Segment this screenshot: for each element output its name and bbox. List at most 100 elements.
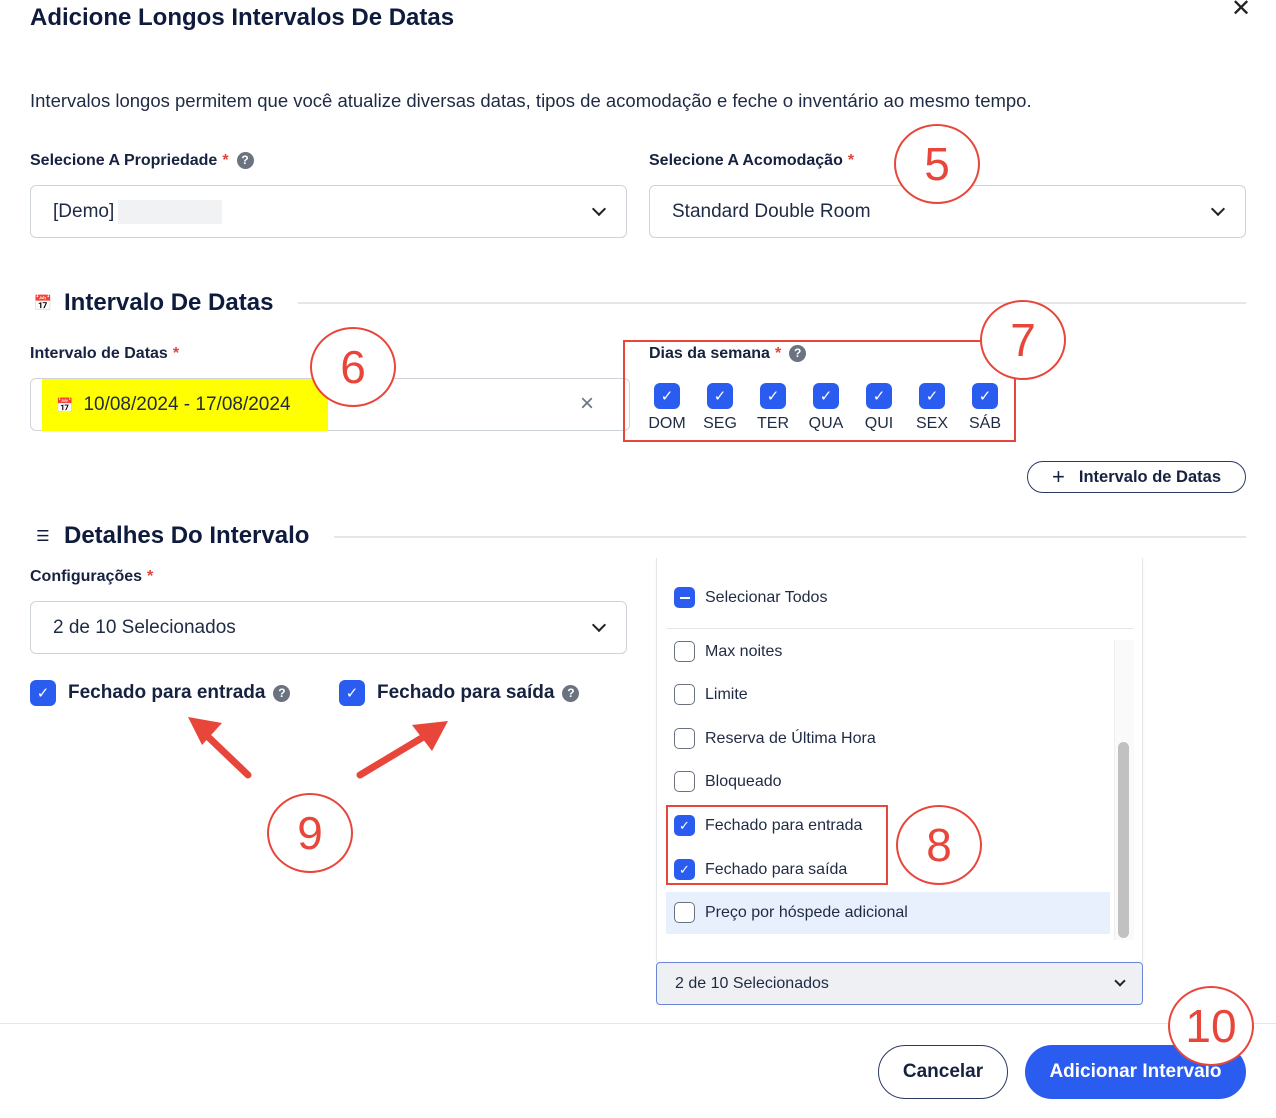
weekday-label: SEG bbox=[703, 415, 737, 432]
option-extra-guest-price[interactable]: Preço por hóspede adicional bbox=[674, 902, 908, 923]
date-range-label-text: Intervalo de Datas bbox=[30, 345, 168, 362]
accommodation-label: Selecione A Acomodação * bbox=[649, 152, 854, 170]
weekday-label: SÁB bbox=[968, 415, 1001, 432]
property-label: Selecione A Propriedade *? bbox=[30, 152, 254, 170]
option-label: Bloqueado bbox=[705, 772, 782, 790]
config-label: Configurações * bbox=[30, 568, 153, 586]
annotation-number-7: 7 bbox=[980, 300, 1066, 380]
checkbox-unchecked-icon[interactable] bbox=[674, 684, 695, 705]
dialog-description: Intervalos longos permitem que você atua… bbox=[30, 90, 1032, 111]
annotation-number-5: 5 bbox=[894, 124, 980, 204]
annotation-number-6: 6 bbox=[310, 327, 396, 407]
weekday-wed[interactable]: ✓ QUA bbox=[803, 383, 849, 433]
weekday-label: SEX bbox=[915, 415, 948, 432]
checkbox-checked-icon[interactable]: ✓ bbox=[707, 383, 733, 409]
chevron-down-icon bbox=[1210, 201, 1226, 216]
checkbox-unchecked-icon[interactable] bbox=[674, 641, 695, 662]
close-icon[interactable]: ✕ bbox=[1228, 0, 1254, 22]
dropdown-divider bbox=[666, 628, 1134, 629]
dropdown-summary: 2 de 10 Selecionados bbox=[675, 974, 829, 992]
option-label: Reserva de Última Hora bbox=[705, 729, 876, 747]
closed-arrival-checkbox[interactable]: ✓ Fechado para entrada ? bbox=[30, 680, 291, 706]
accommodation-value: Standard Double Room bbox=[672, 200, 871, 222]
help-icon[interactable]: ? bbox=[236, 152, 254, 170]
config-label-text: Configurações bbox=[30, 568, 143, 585]
closed-departure-checkbox[interactable]: ✓ Fechado para saída ? bbox=[339, 680, 580, 706]
dropdown-scroll-thumb[interactable] bbox=[1118, 742, 1129, 938]
option-last-minute[interactable]: Reserva de Última Hora bbox=[674, 728, 876, 749]
required-marker: * bbox=[847, 152, 855, 169]
chevron-down-icon bbox=[591, 201, 607, 216]
checkbox-checked-icon[interactable]: ✓ bbox=[30, 680, 56, 706]
weekday-checkbox-group: ✓ DOM ✓ SEG ✓ TER ✓ QUA ✓ QUI ✓ SEX ✓ SÁB bbox=[644, 383, 1008, 433]
weekday-tue[interactable]: ✓ TER bbox=[750, 383, 796, 433]
weekday-label: DOM bbox=[648, 415, 686, 432]
option-limit[interactable]: Limite bbox=[674, 684, 748, 705]
config-select[interactable]: 2 de 10 Selecionados bbox=[30, 601, 627, 654]
weekday-sun[interactable]: ✓ DOM bbox=[644, 383, 690, 433]
checkbox-checked-icon[interactable]: ✓ bbox=[866, 383, 892, 409]
weekday-fri[interactable]: ✓ SEX bbox=[909, 383, 955, 433]
weekday-label: TER bbox=[757, 415, 789, 432]
option-label: Limite bbox=[705, 685, 748, 703]
section-divider bbox=[298, 302, 1246, 304]
weekday-label: QUI bbox=[864, 415, 894, 432]
option-max-nights[interactable]: Max noites bbox=[674, 641, 782, 662]
config-value: 2 de 10 Selecionados bbox=[53, 616, 236, 638]
add-date-range-button[interactable]: + Intervalo de Datas bbox=[1027, 461, 1246, 493]
checkbox-checked-icon[interactable]: ✓ bbox=[813, 383, 839, 409]
checkbox-checked-icon[interactable]: ✓ bbox=[919, 383, 945, 409]
option-label: Preço por hóspede adicional bbox=[705, 903, 908, 921]
clear-icon[interactable]: × bbox=[580, 391, 594, 417]
checkbox-unchecked-icon[interactable] bbox=[674, 771, 695, 792]
property-select[interactable]: [Demo] bbox=[30, 185, 627, 238]
weekday-mon[interactable]: ✓ SEG bbox=[697, 383, 743, 433]
date-section-title: Intervalo De Datas bbox=[64, 289, 274, 316]
plus-icon: + bbox=[1052, 464, 1065, 489]
weekday-sat[interactable]: ✓ SÁB bbox=[962, 383, 1008, 433]
annotation-number-10: 10 bbox=[1168, 986, 1254, 1066]
required-marker: * bbox=[147, 568, 154, 585]
required-marker: * bbox=[222, 152, 229, 169]
chevron-down-icon bbox=[1114, 974, 1126, 987]
option-label: Max noites bbox=[705, 642, 783, 660]
redacted-block bbox=[118, 199, 223, 224]
accommodation-label-text: Selecione A Acomodação bbox=[649, 152, 843, 169]
checkbox-checked-icon[interactable]: ✓ bbox=[972, 383, 998, 409]
help-icon[interactable]: ? bbox=[562, 684, 580, 702]
checkbox-checked-icon[interactable]: ✓ bbox=[339, 680, 365, 706]
property-label-text: Selecione A Propriedade bbox=[30, 152, 218, 169]
annotation-arrows bbox=[188, 717, 448, 779]
property-value: [Demo] bbox=[53, 200, 115, 222]
checkbox-unchecked-icon[interactable] bbox=[674, 902, 695, 923]
chevron-down-icon bbox=[591, 617, 607, 632]
weekday-thu[interactable]: ✓ QUI bbox=[856, 383, 902, 433]
checkbox-checked-icon[interactable]: ✓ bbox=[760, 383, 786, 409]
required-marker: * bbox=[172, 345, 180, 362]
checkbox-unchecked-icon[interactable] bbox=[674, 728, 695, 749]
date-range-value-highlight[interactable]: 📅 10/08/2024 - 17/08/2024 bbox=[42, 379, 328, 431]
closed-departure-label: Fechado para saída bbox=[377, 682, 555, 703]
cancel-button[interactable]: Cancelar bbox=[878, 1045, 1008, 1099]
config-dropdown-select[interactable]: 2 de 10 Selecionados bbox=[656, 962, 1143, 1005]
details-section-title: Detalhes Do Intervalo bbox=[64, 522, 310, 549]
weekday-label: QUA bbox=[808, 415, 844, 432]
closed-arrival-label: Fechado para entrada bbox=[68, 682, 266, 703]
select-all-option[interactable]: Selecionar Todos bbox=[674, 587, 827, 608]
indeterminate-checkbox-icon[interactable] bbox=[674, 587, 695, 608]
add-date-range-label: Intervalo de Datas bbox=[1078, 467, 1221, 486]
calendar-icon: 📅 bbox=[56, 396, 74, 413]
option-blocked[interactable]: Bloqueado bbox=[674, 771, 782, 792]
annotation-box-closed-options bbox=[666, 805, 888, 885]
checkbox-checked-icon[interactable]: ✓ bbox=[654, 383, 680, 409]
select-all-label: Selecionar Todos bbox=[705, 588, 828, 606]
section-divider bbox=[334, 536, 1246, 538]
help-icon[interactable]: ? bbox=[273, 684, 291, 702]
calendar-icon: 📅 bbox=[33, 295, 53, 312]
date-section-heading: 📅 Intervalo De Datas bbox=[33, 289, 274, 317]
property-value-wrap: [Demo] bbox=[53, 199, 594, 224]
annotation-number-9: 9 bbox=[267, 793, 353, 873]
dialog-title: Adicione Longos Intervalos De Datas bbox=[30, 4, 455, 31]
list-icon: ☰ bbox=[36, 528, 50, 545]
date-range-label: Intervalo de Datas * bbox=[30, 345, 179, 363]
